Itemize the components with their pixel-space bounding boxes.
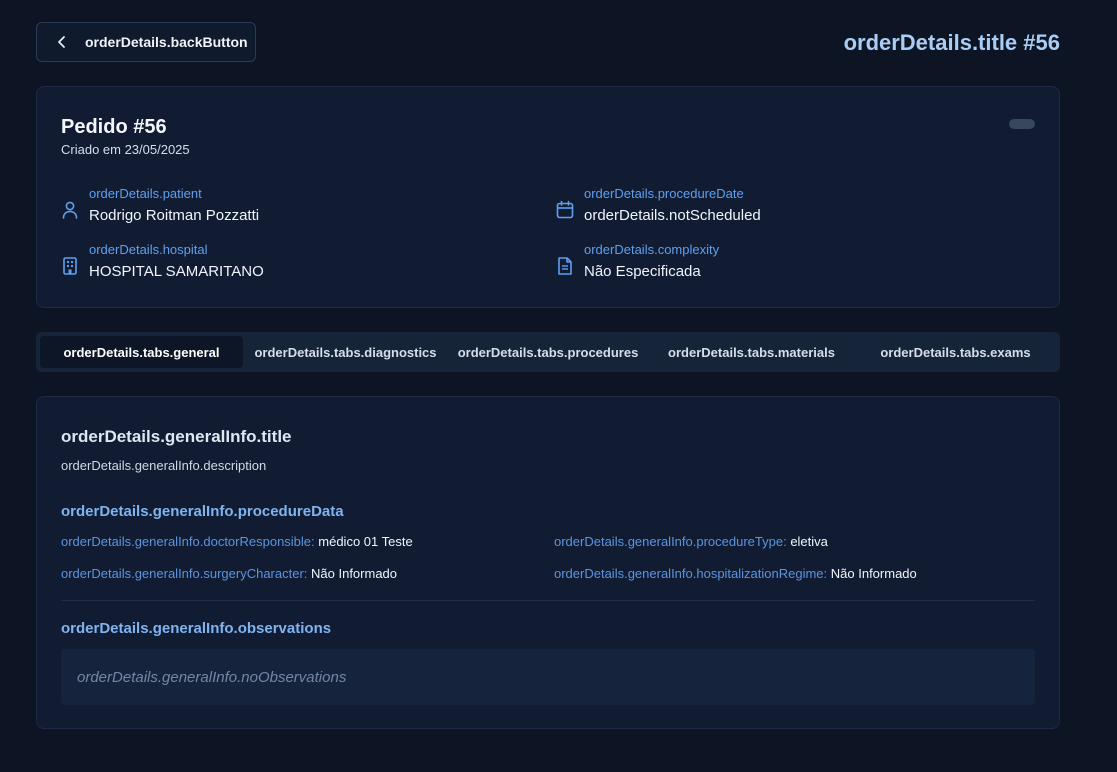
surgery-character-row: orderDetails.generalInfo.surgeryCharacte… [61,566,397,581]
page-title: orderDetails.title #56 [843,30,1060,55]
complexity-info: orderDetails.complexity Não Especificada [556,242,719,282]
chevron-left-icon [55,35,69,49]
procedure-date-value: orderDetails.notScheduled [584,207,761,224]
procedure-date-info: orderDetails.procedureDate orderDetails.… [556,186,761,226]
order-details-page: orderDetails.backButton orderDetails.tit… [0,0,1117,772]
calendar-icon [556,200,574,220]
tab-materials[interactable]: orderDetails.tabs.materials [648,336,855,368]
patient-info: orderDetails.patient Rodrigo Roitman Poz… [61,186,259,226]
observations-box: orderDetails.generalInfo.noObservations [61,649,1035,705]
surgery-character-value: Não Informado [311,566,398,581]
doctor-responsible-label: orderDetails.generalInfo.doctorResponsib… [61,534,319,549]
tab-bar: orderDetails.tabs.general orderDetails.t… [36,332,1060,372]
general-info-title: orderDetails.generalInfo.title [61,427,292,446]
tab-exams[interactable]: orderDetails.tabs.exams [855,336,1056,368]
patient-label: orderDetails.patient [89,186,202,201]
hospitalization-regime-label: orderDetails.generalInfo.hospitalization… [554,566,831,581]
document-icon [556,256,574,276]
general-info-card: orderDetails.generalInfo.title orderDeta… [36,396,1060,729]
procedure-type-row: orderDetails.generalInfo.procedureType: … [554,534,828,549]
back-button[interactable]: orderDetails.backButton [36,22,256,62]
general-info-description: orderDetails.generalInfo.description [61,458,267,473]
hospitalization-regime-value: Não Informado [830,566,917,581]
surgery-character-label: orderDetails.generalInfo.surgeryCharacte… [61,566,312,581]
building-icon [61,256,79,276]
hospital-label: orderDetails.hospital [89,242,208,257]
hospital-info: orderDetails.hospital HOSPITAL SAMARITAN… [61,242,264,282]
back-button-label: orderDetails.backButton [85,34,248,50]
complexity-value: Não Especificada [584,263,701,280]
procedure-type-label: orderDetails.generalInfo.procedureType: [554,534,791,549]
tab-diagnostics[interactable]: orderDetails.tabs.diagnostics [243,336,448,368]
order-summary-card: Pedido #56 Criado em 23/05/2025 orderDet… [36,86,1060,308]
order-created-date: Criado em 23/05/2025 [61,142,190,157]
hospital-value: HOSPITAL SAMARITANO [89,263,264,280]
procedure-date-label: orderDetails.procedureDate [584,186,744,201]
order-title: Pedido #56 [61,116,167,138]
hospitalization-regime-row: orderDetails.generalInfo.hospitalization… [554,566,917,581]
section-divider [61,600,1035,601]
procedure-type-value: eletiva [790,534,828,549]
tab-general[interactable]: orderDetails.tabs.general [40,336,243,368]
observations-heading: orderDetails.generalInfo.observations [61,620,332,637]
no-observations-text: orderDetails.generalInfo.noObservations [77,668,347,686]
status-badge [1009,119,1035,129]
user-icon [61,200,79,220]
patient-value: Rodrigo Roitman Pozzatti [89,207,260,224]
procedure-data-heading: orderDetails.generalInfo.procedureData [61,503,344,520]
doctor-responsible-value: médico 01 Teste [318,534,413,549]
tab-procedures[interactable]: orderDetails.tabs.procedures [448,336,648,368]
doctor-responsible-row: orderDetails.generalInfo.doctorResponsib… [61,534,413,549]
complexity-label: orderDetails.complexity [584,242,720,257]
